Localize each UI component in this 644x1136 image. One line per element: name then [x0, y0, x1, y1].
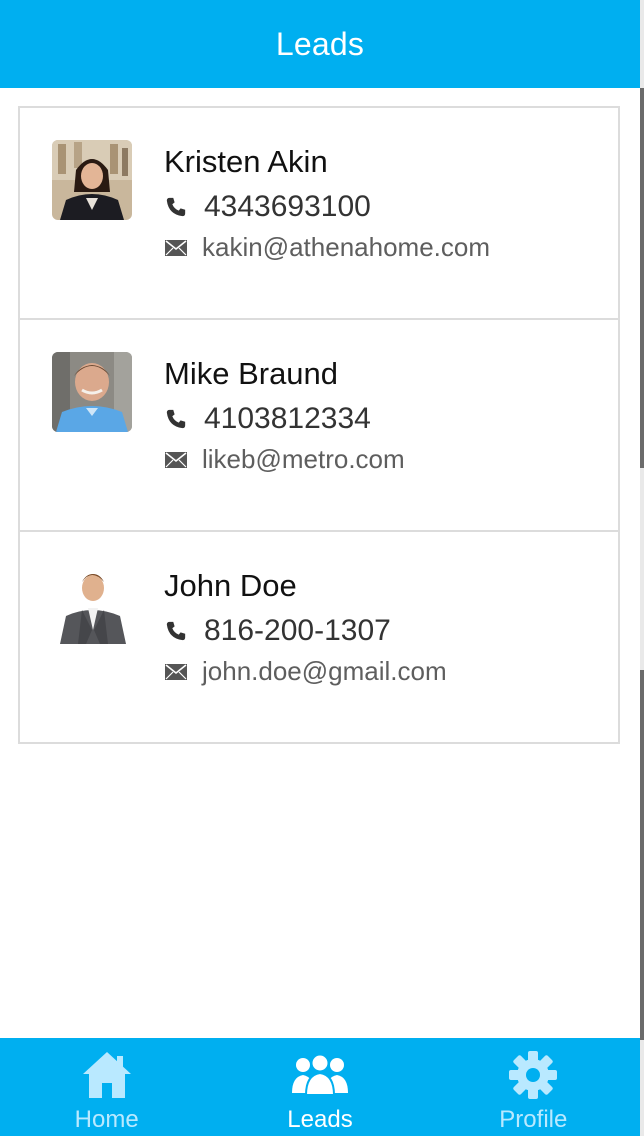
header-bar: Leads [0, 0, 640, 88]
photo-avatar-man [52, 352, 132, 432]
lead-email-row[interactable]: likeb@metro.com [164, 444, 405, 475]
scroll-rail[interactable] [640, 0, 644, 1136]
lead-card[interactable]: John Doe 816-200-1307 john.doe@gmail.com [20, 532, 618, 742]
phone-icon [164, 619, 188, 643]
lead-email[interactable]: likeb@metro.com [202, 444, 405, 475]
scroll-thumb[interactable] [640, 88, 644, 468]
home-icon [77, 1048, 137, 1102]
lead-phone[interactable]: 4343693100 [204, 190, 371, 224]
avatar [52, 140, 132, 220]
lead-card[interactable]: Kristen Akin 4343693100 kakin@athenahome… [20, 108, 618, 320]
lead-phone[interactable]: 816-200-1307 [204, 614, 391, 648]
lead-phone-row[interactable]: 4103812334 [164, 402, 371, 436]
tab-leads[interactable]: Leads [213, 1038, 426, 1136]
tab-bar: Home Leads Profile [0, 1038, 640, 1136]
lead-phone-row[interactable]: 4343693100 [164, 190, 371, 224]
photo-avatar-woman [52, 140, 132, 220]
lead-email[interactable]: kakin@athenahome.com [202, 232, 490, 263]
page-title: Leads [275, 25, 365, 62]
lead-name: Mike Braund [164, 356, 339, 391]
avatar [52, 352, 132, 432]
lead-name: Kristen Akin [164, 144, 328, 179]
lead-email-row[interactable]: kakin@athenahome.com [164, 232, 490, 263]
leads-list: Kristen Akin 4343693100 kakin@athenahome… [18, 106, 620, 744]
avatar [52, 564, 132, 644]
scroll-thumb[interactable] [640, 670, 644, 1040]
lead-card[interactable]: Mike Braund 4103812334 likeb@metro.com [20, 320, 618, 532]
mail-icon [164, 660, 188, 684]
tab-profile[interactable]: Profile [427, 1038, 640, 1136]
tab-home[interactable]: Home [0, 1038, 213, 1136]
app-screen: Leads Kristen Akin 4343693100 kakin@athe… [0, 0, 644, 1136]
lead-phone[interactable]: 4103812334 [204, 402, 371, 436]
phone-icon [164, 195, 188, 219]
lead-phone-row[interactable]: 816-200-1307 [164, 614, 391, 648]
tab-profile-label: Profile [499, 1106, 568, 1133]
mail-icon [164, 236, 188, 260]
lead-name: John Doe [164, 568, 297, 603]
phone-icon [164, 407, 188, 431]
photo-avatar-man-suit [52, 564, 132, 644]
lead-email[interactable]: john.doe@gmail.com [202, 656, 447, 687]
mail-icon [164, 448, 188, 472]
tab-leads-label: Leads [287, 1106, 353, 1133]
people-icon [290, 1048, 350, 1102]
lead-email-row[interactable]: john.doe@gmail.com [164, 656, 447, 687]
tab-home-label: Home [74, 1106, 139, 1133]
gear-icon [503, 1048, 563, 1102]
